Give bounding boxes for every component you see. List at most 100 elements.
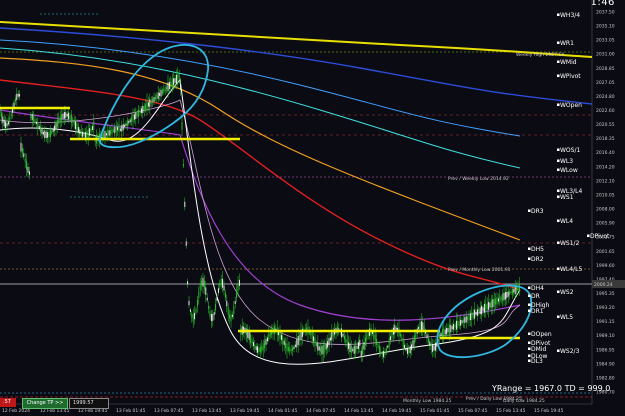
candle-body bbox=[44, 130, 46, 139]
candle-body bbox=[238, 279, 240, 286]
candle-body bbox=[488, 301, 490, 310]
level-label: DR bbox=[531, 293, 540, 300]
candle-body bbox=[48, 131, 50, 138]
candle-body bbox=[233, 306, 235, 315]
candle-body bbox=[76, 123, 78, 132]
candle-body bbox=[152, 98, 154, 103]
candle-body bbox=[516, 286, 518, 292]
candle-body bbox=[325, 343, 327, 350]
tp-left-value[interactable]: .57 bbox=[0, 398, 16, 407]
candle-body bbox=[362, 345, 364, 355]
candle-body bbox=[479, 307, 481, 315]
candle-body bbox=[496, 297, 498, 305]
candle-body bbox=[107, 129, 109, 138]
candle-body bbox=[341, 328, 343, 338]
candle-body bbox=[115, 126, 117, 132]
candle-body bbox=[174, 78, 176, 83]
candle-body bbox=[313, 336, 315, 342]
candle-body bbox=[296, 339, 298, 348]
candle-body bbox=[255, 346, 257, 351]
candle-body bbox=[86, 130, 88, 139]
candle-body bbox=[90, 128, 92, 132]
level-label: DOpen bbox=[531, 331, 552, 338]
candle-body bbox=[149, 99, 151, 108]
candle-body bbox=[206, 297, 208, 301]
candle-body bbox=[455, 320, 457, 330]
candle-body bbox=[468, 314, 470, 321]
candle-body bbox=[471, 311, 473, 320]
price-tick: 1982.80 bbox=[596, 375, 615, 381]
candle-body bbox=[511, 288, 513, 295]
candle-body bbox=[385, 348, 387, 352]
level-annotation: Prev / Monthly Low 2001.91 bbox=[448, 267, 511, 273]
candle-body bbox=[52, 128, 54, 132]
level-label: DR3 bbox=[531, 208, 544, 215]
tp-value-input[interactable]: 1999.57 bbox=[69, 398, 109, 409]
candle-body bbox=[175, 74, 177, 84]
yrange-readout: YRange = 1967.0 TD = 999.0 bbox=[492, 384, 611, 393]
candle-body bbox=[482, 307, 484, 312]
candle-body bbox=[343, 336, 345, 340]
candle-body bbox=[192, 314, 194, 322]
candle-body bbox=[430, 343, 432, 350]
change-tp-button[interactable]: Change TP >> bbox=[22, 398, 68, 409]
candle-body bbox=[198, 291, 200, 299]
candle-body bbox=[356, 346, 358, 350]
candle-body bbox=[261, 345, 263, 352]
candle-body bbox=[317, 342, 319, 351]
candle-body bbox=[153, 97, 155, 102]
candle-body bbox=[31, 114, 33, 121]
candle-body bbox=[10, 113, 12, 117]
candle-body bbox=[135, 112, 137, 119]
candle-body bbox=[318, 346, 320, 351]
candle-body bbox=[350, 345, 352, 353]
price-tick: 1999.60 bbox=[596, 263, 615, 269]
candle-body bbox=[143, 105, 145, 111]
level-label: DMid bbox=[531, 346, 546, 353]
current-price-label: 2000.24 bbox=[594, 282, 613, 288]
level-label: WH3/4 bbox=[560, 12, 580, 19]
candle-body bbox=[489, 302, 491, 308]
candle-body bbox=[227, 307, 229, 315]
candle-body bbox=[119, 128, 121, 131]
candle-body bbox=[252, 342, 254, 347]
price-tick: 2028.85 bbox=[596, 66, 615, 72]
candle-body bbox=[415, 332, 417, 338]
candle-body bbox=[9, 117, 11, 123]
candle-body bbox=[422, 322, 424, 331]
candle-body bbox=[348, 342, 350, 349]
candle-body bbox=[380, 351, 382, 354]
price-tick: 2037.50 bbox=[596, 10, 615, 16]
candle-body bbox=[166, 86, 168, 90]
candle-body bbox=[215, 303, 217, 310]
candle-body bbox=[483, 303, 485, 313]
candle-body bbox=[156, 95, 158, 99]
level-label: DR1 bbox=[531, 308, 544, 315]
price-tick: 2014.20 bbox=[596, 164, 615, 170]
candle-body bbox=[195, 308, 197, 313]
candle-body bbox=[171, 78, 173, 88]
candle-body bbox=[453, 323, 455, 330]
candle-body bbox=[2, 116, 4, 123]
candle-body bbox=[285, 342, 287, 349]
candle-body bbox=[217, 288, 219, 294]
candle-body bbox=[405, 348, 407, 351]
price-tick: 2022.60 bbox=[596, 108, 615, 114]
candle-body bbox=[184, 201, 186, 208]
candle-body bbox=[19, 94, 21, 97]
price-tick: 2024.80 bbox=[596, 94, 615, 100]
candle-body bbox=[222, 278, 224, 288]
time-tick: 13 Feb 01:45 bbox=[116, 408, 146, 414]
candle-body bbox=[429, 341, 431, 346]
candle-body bbox=[177, 74, 179, 82]
candle-body bbox=[128, 120, 130, 124]
price-chart[interactable]: Weekly High 2027.54 Prev / Weekly Low 201… bbox=[0, 0, 625, 416]
candle-body bbox=[28, 171, 30, 175]
candle-body bbox=[23, 153, 25, 158]
candle-body bbox=[493, 298, 495, 307]
candle-body bbox=[112, 129, 114, 132]
candle-body bbox=[188, 300, 190, 306]
candle-body bbox=[413, 335, 415, 344]
level-label: DL3 bbox=[531, 358, 543, 365]
candle-body bbox=[381, 352, 383, 355]
